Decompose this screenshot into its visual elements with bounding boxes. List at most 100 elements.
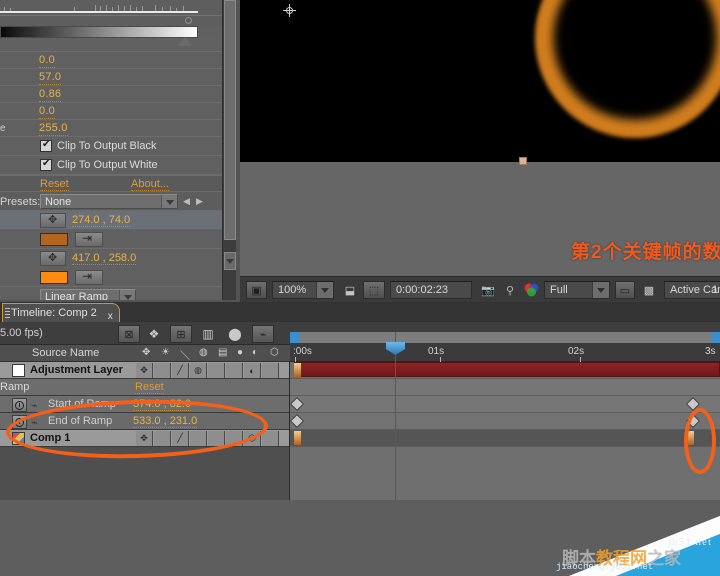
region-of-interest-icon[interactable]: ⬚ <box>363 281 385 299</box>
layer-handle-icon[interactable] <box>294 431 301 445</box>
preset-prev-icon[interactable]: ◀ <box>183 196 191 207</box>
effect-row-1[interactable]: 57.0 <box>0 69 222 86</box>
switch-quality-icon[interactable]: ╱ <box>172 431 189 446</box>
anchor-point-icon[interactable] <box>283 4 296 17</box>
switch-frameblend-icon[interactable] <box>208 363 225 378</box>
hide-shy-layers-icon[interactable]: ❖ <box>143 325 165 343</box>
source-name-header[interactable]: Source Name <box>32 347 99 359</box>
layer-name[interactable]: Comp 1 <box>30 432 70 444</box>
property-name[interactable]: End of Ramp <box>48 415 112 427</box>
ramp-shape-dropdown[interactable]: Linear Ramp <box>40 289 136 300</box>
eyedropper-icon[interactable] <box>75 269 103 285</box>
zoom-level-select[interactable]: 100% <box>272 281 334 299</box>
graph-editor-icon[interactable]: ⌁ <box>252 325 274 343</box>
switch-motion-icon[interactable]: ✥ <box>136 431 153 446</box>
graph-curve-icon[interactable]: ⌁ <box>31 416 38 429</box>
checkbox-icon[interactable] <box>40 139 52 152</box>
property-name[interactable]: Start of Ramp <box>48 398 116 410</box>
timeline-row-end-of-ramp[interactable]: ⌁ End of Ramp 533.0 , 231.0 <box>0 413 289 430</box>
timeline-track-end-of-ramp[interactable] <box>289 413 720 430</box>
layer-handle-icon[interactable] <box>294 363 301 377</box>
switch-blur-icon[interactable] <box>226 431 243 446</box>
brainstorm-icon[interactable]: ⬤ <box>224 325 246 343</box>
switch-frameblend-icon[interactable] <box>208 431 225 446</box>
switch-quality-icon[interactable]: ╱ <box>172 363 189 378</box>
current-time-field[interactable]: 0:00:02:23 <box>390 281 472 299</box>
start-color-row[interactable] <box>0 230 222 249</box>
layer-name[interactable]: Adjustment Layer <box>30 364 123 376</box>
presets-dropdown[interactable]: None <box>40 194 178 209</box>
effect-curve-graph[interactable] <box>0 0 222 16</box>
keyframe-marker[interactable] <box>289 396 305 412</box>
effect-value-2[interactable]: 0.86 <box>39 88 62 102</box>
timeline-graph-area[interactable] <box>289 362 720 500</box>
layer-duration-bar[interactable] <box>294 362 720 377</box>
gradient-white-point-marker[interactable] <box>178 37 192 46</box>
switch-motion-icon[interactable]: ✥ <box>136 363 153 378</box>
start-of-ramp-value[interactable]: 274.0 , 74.0 <box>72 214 131 227</box>
timeline-row-start-of-ramp[interactable]: ⌁ Start of Ramp 374.0 , 82.0 <box>0 396 289 413</box>
views-select[interactable]: 1 V <box>707 281 720 299</box>
end-of-ramp-value[interactable]: 417.0 , 258.0 <box>72 252 137 265</box>
enable-frame-blending-icon[interactable]: ⊞ <box>170 325 192 343</box>
timeline-bar-adjustment-layer[interactable] <box>290 362 720 379</box>
switch-3d-icon[interactable] <box>262 363 279 378</box>
switch-sun-icon[interactable] <box>154 431 171 446</box>
layer-handle[interactable] <box>519 157 527 165</box>
chevron-down-icon[interactable] <box>161 195 177 208</box>
nav-start-handle[interactable] <box>290 332 299 343</box>
switch-3d-icon[interactable]: ⬡ <box>244 431 261 446</box>
effect-value-4[interactable]: 255.0 <box>39 122 68 136</box>
timeline-track-start-of-ramp[interactable] <box>289 396 720 413</box>
clip-output-black-row[interactable]: Clip To Output Black <box>0 137 222 156</box>
effect-row-3[interactable]: 0.0 <box>0 103 222 120</box>
transparency-checker-icon[interactable]: ▩ <box>639 281 659 299</box>
timeline-nav-bar[interactable] <box>290 332 720 344</box>
timeline-nav-thumb[interactable] <box>290 332 720 343</box>
effect-value-3[interactable]: 0.0 <box>39 105 55 119</box>
position-picker-icon[interactable] <box>40 251 66 266</box>
timeline-row-comp1[interactable]: Comp 1 ✥ ╱ ⬡ <box>0 430 289 447</box>
effect-value-0[interactable]: 0.0 <box>39 54 55 68</box>
show-channel-icon[interactable]: ⚲ <box>502 281 518 299</box>
ramp-reset-link[interactable]: Reset <box>135 381 164 394</box>
chevron-down-icon[interactable] <box>592 282 609 298</box>
grid-guides-icon[interactable]: ⬓ <box>340 281 360 299</box>
end-of-ramp-row[interactable]: 417.0 , 258.0 <box>0 249 222 268</box>
toggle-transparency-grid-icon[interactable]: ▣ <box>246 281 267 299</box>
about-link[interactable]: About... <box>131 178 169 191</box>
color-channels-icon[interactable] <box>522 281 540 299</box>
tab-timeline-comp2[interactable]: Timeline: Comp 2 x <box>2 303 120 322</box>
keyframe-marker[interactable] <box>289 413 305 429</box>
switch-extra-icon[interactable] <box>262 431 279 446</box>
property-value[interactable]: 374.0 , 82.0 <box>133 398 192 411</box>
timeline-ruler[interactable]: :00s 01s 02s 3s <box>290 344 720 362</box>
curve-handle-icon[interactable] <box>185 17 192 24</box>
end-color-row[interactable] <box>0 268 222 287</box>
effect-row-4[interactable]: e 255.0 <box>0 120 222 137</box>
preset-next-icon[interactable]: ▶ <box>196 196 204 207</box>
property-value[interactable]: 533.0 , 231.0 <box>133 415 198 428</box>
enable-motion-blur-icon[interactable]: ▥ <box>197 325 219 343</box>
stopwatch-icon[interactable] <box>12 415 27 429</box>
effect-row-0[interactable]: 0.0 <box>0 52 222 69</box>
layer-handle-icon[interactable] <box>687 431 694 445</box>
scrollbar-thumb[interactable] <box>224 0 236 240</box>
timeline-bar-comp1[interactable] <box>290 430 720 447</box>
end-color-swatch[interactable] <box>40 271 68 284</box>
keyframe-marker[interactable] <box>686 413 701 429</box>
timeline-playhead[interactable] <box>386 332 405 500</box>
switch-effects-icon[interactable] <box>190 431 207 446</box>
keyframe-marker[interactable] <box>686 396 701 412</box>
region-interest-toggle-icon[interactable]: ▭ <box>615 281 635 299</box>
scroll-down-button[interactable] <box>224 252 236 270</box>
ramp-group-label[interactable]: Ramp <box>0 381 29 393</box>
graph-curve-icon[interactable]: ⌁ <box>31 399 38 412</box>
chevron-down-icon[interactable] <box>316 282 333 298</box>
chevron-down-icon[interactable] <box>119 290 135 300</box>
resolution-select[interactable]: Full <box>544 281 610 299</box>
start-of-ramp-row[interactable]: 274.0 , 74.0 <box>0 211 222 230</box>
timeline-track-ramp-group[interactable] <box>290 379 720 396</box>
effect-panel-scrollbar[interactable] <box>222 0 236 300</box>
switch-blur-icon[interactable] <box>226 363 243 378</box>
